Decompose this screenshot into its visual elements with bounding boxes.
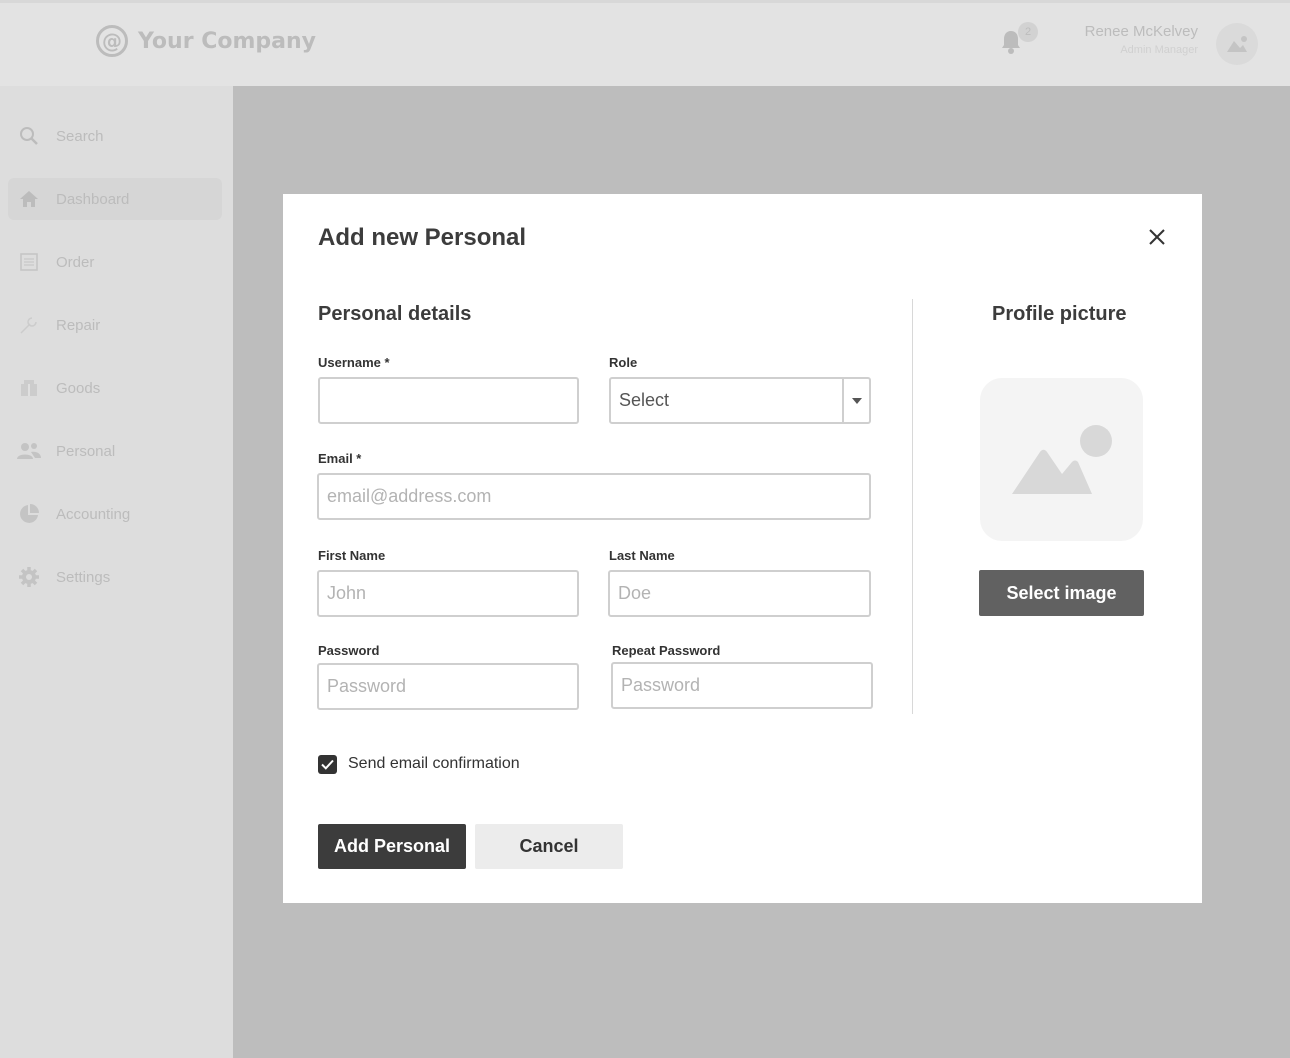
role-select[interactable]: Select	[609, 377, 871, 424]
last-name-input[interactable]	[608, 570, 871, 617]
select-image-button[interactable]: Select image	[979, 570, 1144, 616]
profile-picture-title: Profile picture	[992, 303, 1127, 325]
last-name-label: Last Name	[609, 548, 675, 563]
brand[interactable]: @ Your Company	[96, 25, 316, 57]
gear-icon	[17, 565, 41, 589]
user-name: Renee McKelvey	[1084, 23, 1198, 40]
email-confirmation-label: Send email confirmation	[348, 755, 520, 772]
sidebar-item-repair[interactable]: Repair	[8, 304, 222, 346]
role-select-value: Select	[619, 390, 670, 410]
notification-badge: 2	[1018, 22, 1038, 42]
checkmark-icon	[321, 759, 334, 770]
people-icon	[17, 439, 41, 463]
personal-details-title: Personal details	[318, 303, 472, 325]
sidebar-item-label: Search	[56, 127, 104, 145]
sidebar-item-personal[interactable]: Personal	[8, 430, 222, 472]
username-label: Username *	[318, 355, 390, 370]
email-label: Email *	[318, 451, 362, 466]
avatar-placeholder-icon	[1227, 36, 1247, 52]
first-name-input[interactable]	[317, 570, 579, 617]
sidebar-item-accounting[interactable]: Accounting	[8, 493, 222, 535]
brand-name: Your Company	[138, 28, 316, 54]
search-icon	[17, 124, 41, 148]
modal-title: Add new Personal	[318, 224, 527, 251]
user-role: Admin Manager	[1120, 44, 1198, 56]
password-label: Password	[318, 643, 380, 658]
repeat-password-label: Repeat Password	[612, 643, 721, 658]
image-placeholder-icon	[1011, 424, 1112, 494]
pie-chart-icon	[17, 502, 41, 526]
password-input[interactable]	[317, 663, 579, 710]
top-header: @ Your Company 2 Renee McKelvey Admin Ma…	[0, 0, 1290, 86]
sidebar-item-goods[interactable]: Goods	[8, 367, 222, 409]
order-icon	[17, 250, 41, 274]
goods-icon	[17, 376, 41, 400]
sidebar-item-label: Dashboard	[56, 190, 130, 208]
user-info[interactable]: Renee McKelvey Admin Manager	[1085, 23, 1198, 56]
close-button[interactable]	[1145, 225, 1169, 249]
sidebar-item-settings[interactable]: Settings	[8, 556, 222, 598]
first-name-label: First Name	[318, 548, 386, 563]
add-personal-button[interactable]: Add Personal	[318, 824, 466, 869]
profile-image-placeholder	[980, 378, 1143, 541]
sidebar-item-label: Personal	[56, 442, 116, 460]
sidebar-item-search[interactable]: Search	[8, 115, 222, 157]
repair-icon	[17, 313, 41, 337]
sidebar-item-dashboard[interactable]: Dashboard	[8, 178, 222, 220]
role-label: Role	[609, 355, 638, 370]
sidebar: Search Dashboard Order Repair Goods Pers…	[0, 86, 233, 1058]
sidebar-item-order[interactable]: Order	[8, 241, 222, 283]
sidebar-item-label: Repair	[56, 316, 101, 334]
add-personal-modal: Add new Personal Personal details Userna…	[283, 194, 1202, 903]
chevron-down-icon[interactable]	[842, 379, 869, 422]
sidebar-item-label: Accounting	[56, 505, 131, 523]
section-divider	[912, 299, 913, 714]
repeat-password-input[interactable]	[611, 662, 873, 709]
cancel-button[interactable]: Cancel	[475, 824, 623, 869]
sidebar-item-label: Settings	[56, 568, 111, 586]
email-confirmation-checkbox[interactable]	[318, 755, 337, 774]
avatar[interactable]	[1216, 23, 1258, 65]
email-field[interactable]	[317, 473, 871, 520]
at-logo-icon: @	[96, 25, 128, 57]
home-icon	[17, 187, 41, 211]
close-icon	[1149, 229, 1165, 245]
sidebar-item-label: Order	[56, 253, 95, 271]
username-input[interactable]	[318, 377, 579, 424]
sidebar-item-label: Goods	[56, 379, 101, 397]
